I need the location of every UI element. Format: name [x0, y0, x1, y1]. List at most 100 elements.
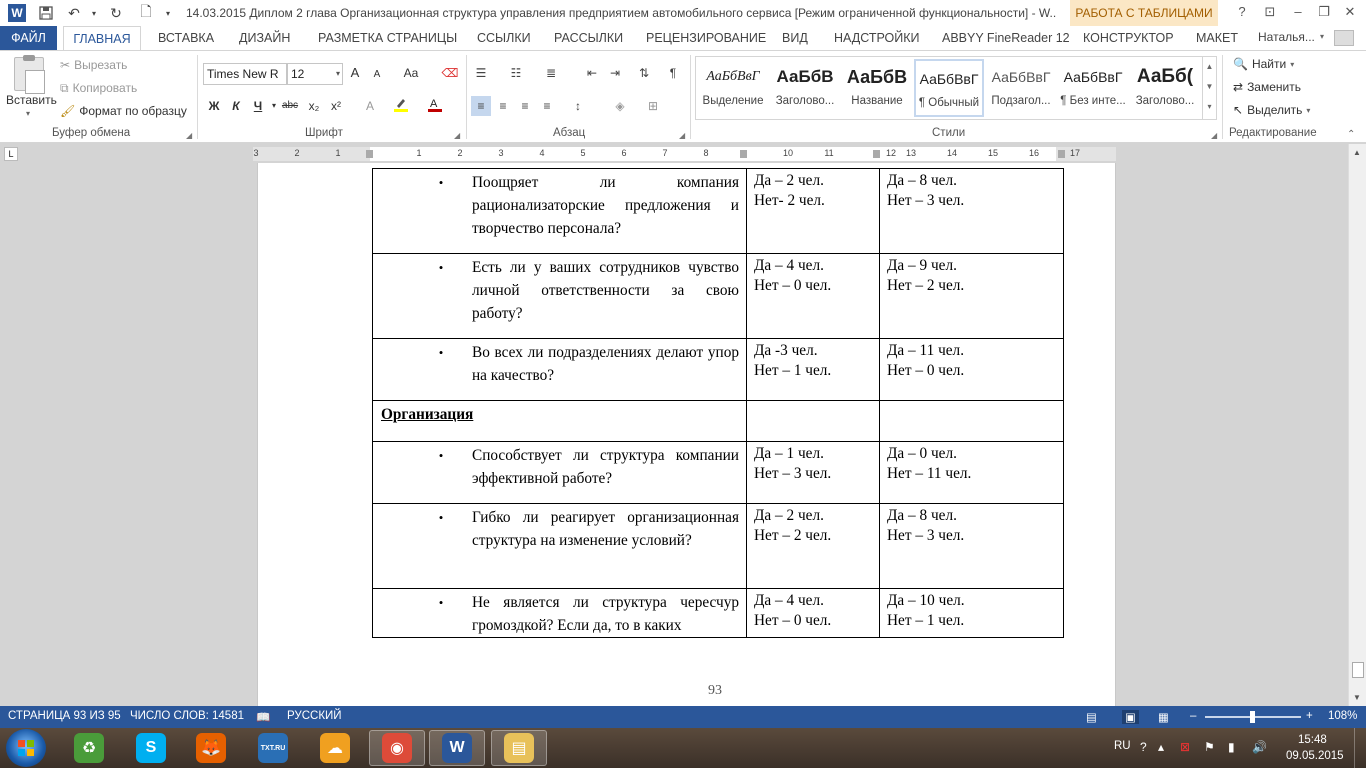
subscript-button[interactable]: x₂ [304, 96, 324, 116]
styles-dialog-launcher-icon[interactable]: ◢ [1211, 131, 1217, 140]
clear-formatting-icon[interactable]: ⌫ [440, 63, 460, 83]
table-row[interactable]: • Во всех ли подразделениях делают упор н… [372, 338, 1064, 401]
answers-cell-group-2[interactable]: Да – 10 чел. Нет – 1 чел. [879, 588, 1064, 638]
survey-table[interactable]: • Поощряет ли компания рационализаторские… [372, 168, 1064, 638]
answers-cell-group-1[interactable]: Да – 4 чел. Нет – 0 чел. [746, 588, 880, 638]
question-cell[interactable]: Организация [372, 400, 747, 442]
answers-cell-group-1[interactable]: Да – 1 чел. Нет – 3 чел. [746, 441, 880, 504]
chevron-up-icon[interactable]: ▲ [1203, 57, 1216, 77]
taskbar-app-skype[interactable]: S [123, 730, 179, 766]
show-hidden-icons-icon[interactable]: ▴ [1158, 740, 1164, 754]
clock-date[interactable]: 09.05.2015 [1286, 750, 1344, 762]
undo-dropdown-icon[interactable]: ▾ [84, 3, 104, 23]
close-button[interactable]: ✕ [1336, 2, 1364, 22]
signal-icon[interactable]: ▮ [1228, 740, 1235, 754]
tab-addins[interactable]: НАДСТРОЙКИ [834, 26, 920, 50]
taskbar-app-explorer[interactable]: ▤ [491, 730, 547, 766]
change-case-button[interactable]: Aa [397, 63, 425, 83]
numbering-icon[interactable]: ☷ [506, 63, 526, 83]
answers-cell-group-2[interactable]: Да – 0 чел. Нет – 11 чел. [879, 441, 1064, 504]
zoom-level[interactable]: 108% [1328, 710, 1357, 722]
redo-icon[interactable]: ↻ [106, 3, 126, 23]
maximize-button[interactable]: ❐ [1310, 2, 1338, 22]
account-dropdown-icon[interactable]: ▾ [1320, 32, 1324, 41]
font-size-combo[interactable]: 12 ▾ [287, 63, 343, 85]
scroll-thumb[interactable] [1352, 662, 1364, 678]
tab-file[interactable]: ФАЙЛ [0, 26, 57, 50]
zoom-out-button[interactable]: – [1190, 710, 1196, 722]
replace-button[interactable]: ⇄ Заменить [1233, 80, 1301, 94]
account-name[interactable]: Наталья... [1258, 30, 1315, 44]
start-button[interactable] [6, 729, 46, 767]
volume-icon[interactable]: 🔊 [1252, 740, 1267, 754]
taskbar-app-cloud-app[interactable]: ☁ [307, 730, 363, 766]
new-doc-icon[interactable]: 🗋 [136, 3, 156, 23]
answers-cell-group-1[interactable]: Да – 4 чел. Нет – 0 чел. [746, 253, 880, 339]
font-color-icon[interactable]: A [425, 96, 445, 116]
font-dialog-launcher-icon[interactable]: ◢ [454, 131, 460, 140]
copy-button[interactable]: ⧉ Копировать [60, 81, 137, 95]
scroll-up-icon[interactable]: ▲ [1353, 148, 1361, 157]
answers-cell-group-1[interactable]: Да – 2 чел. Нет – 2 чел. [746, 503, 880, 589]
paste-dropdown-icon[interactable]: ▾ [26, 109, 30, 118]
style-subtitle[interactable]: АаБбВвГ Подзагол... [986, 59, 1056, 117]
align-left-icon[interactable]: ≡ [471, 96, 491, 116]
paste-icon[interactable] [14, 55, 45, 94]
clock-time[interactable]: 15:48 [1298, 734, 1327, 746]
page-counter[interactable]: СТРАНИЦА 93 ИЗ 95 [8, 710, 121, 722]
print-layout-icon[interactable]: ▣ [1122, 710, 1139, 724]
network-error-icon[interactable]: ⊠ [1180, 740, 1190, 754]
zoom-slider-thumb[interactable] [1250, 711, 1255, 723]
tab-home[interactable]: ГЛАВНАЯ [63, 26, 141, 50]
tab-page-layout[interactable]: РАЗМЕТКА СТРАНИЦЫ [318, 26, 457, 50]
read-mode-icon[interactable]: ▤ [1086, 710, 1097, 724]
line-spacing-icon[interactable]: ↕ [568, 96, 588, 116]
taskbar-app-recycle-bin[interactable]: ♻ [61, 730, 117, 766]
question-cell[interactable]: • Не является ли структура чересчур громо… [372, 588, 747, 638]
input-language[interactable]: RU [1114, 740, 1131, 752]
gallery-scroll[interactable]: ▲ ▼ ▾ [1202, 57, 1216, 119]
superscript-button[interactable]: x² [326, 96, 346, 116]
web-layout-icon[interactable]: ▦ [1158, 710, 1169, 724]
answers-cell-group-2[interactable]: Да – 9 чел. Нет – 2 чел. [879, 253, 1064, 339]
ribbon-display-options-icon[interactable]: ⊡ [1256, 2, 1284, 22]
action-center-icon[interactable]: ⚑ [1204, 740, 1215, 754]
collapse-ribbon-icon[interactable]: ⌃ [1347, 129, 1355, 140]
tab-insert[interactable]: ВСТАВКА [158, 26, 214, 50]
tab-review[interactable]: РЕЦЕНЗИРОВАНИЕ [646, 26, 766, 50]
bullets-icon[interactable]: ☰ [471, 63, 491, 83]
show-marks-button[interactable]: ¶ [663, 63, 683, 83]
document-page[interactable]: • Поощряет ли компания рационализаторские… [257, 163, 1116, 706]
format-painter-button[interactable]: 🖌 Формат по образцу [60, 104, 187, 118]
show-desktop-button[interactable] [1354, 728, 1366, 768]
table-row[interactable]: • Есть ли у ваших сотрудников чувство лич… [372, 253, 1064, 339]
answers-cell-group-2[interactable]: Да – 8 чел. Нет – 3 чел. [879, 168, 1064, 254]
question-cell[interactable]: • Во всех ли подразделениях делают упор н… [372, 338, 747, 401]
avatar[interactable] [1334, 30, 1354, 46]
answers-cell-group-1[interactable] [746, 400, 880, 442]
italic-button[interactable]: К [226, 96, 246, 116]
tab-table-layout[interactable]: МАКЕТ [1196, 26, 1238, 50]
horizontal-ruler[interactable]: 3 2 1 1 2 3 4 5 6 7 8 10 11 12 13 14 15 … [253, 147, 1116, 161]
column-marker[interactable] [740, 150, 747, 158]
justify-icon[interactable]: ≡ [537, 96, 557, 116]
style-no-spacing[interactable]: АаБбВвГ ¶ Без инте... [1058, 59, 1128, 117]
clipboard-dialog-launcher-icon[interactable]: ◢ [186, 131, 192, 140]
text-effects-icon[interactable]: A [360, 96, 380, 116]
borders-icon[interactable]: ⊞ [643, 96, 663, 116]
tab-selector[interactable]: L [4, 147, 18, 161]
word-logo-icon[interactable]: W [8, 4, 26, 22]
tab-references[interactable]: ССЫЛКИ [477, 26, 531, 50]
shrink-font-button[interactable]: A [367, 65, 387, 85]
taskbar-app-word[interactable]: W [429, 730, 485, 766]
right-indent-marker[interactable] [1058, 150, 1065, 158]
style-heading-2[interactable]: АаБб( Заголово... [1130, 59, 1200, 117]
table-row[interactable]: • Поощряет ли компания рационализаторские… [372, 168, 1064, 254]
scroll-down-icon[interactable]: ▼ [1353, 693, 1361, 702]
tab-table-design[interactable]: КОНСТРУКТОР [1083, 26, 1174, 50]
style-emphasis[interactable]: АаБбВвГ Выделение [698, 59, 768, 117]
highlight-icon[interactable] [391, 96, 411, 116]
language-indicator[interactable]: РУССКИЙ [287, 710, 342, 722]
style-normal[interactable]: АаБбВвГ ¶ Обычный [914, 59, 984, 117]
style-heading-1[interactable]: АаБбВ Заголово... [770, 59, 840, 117]
